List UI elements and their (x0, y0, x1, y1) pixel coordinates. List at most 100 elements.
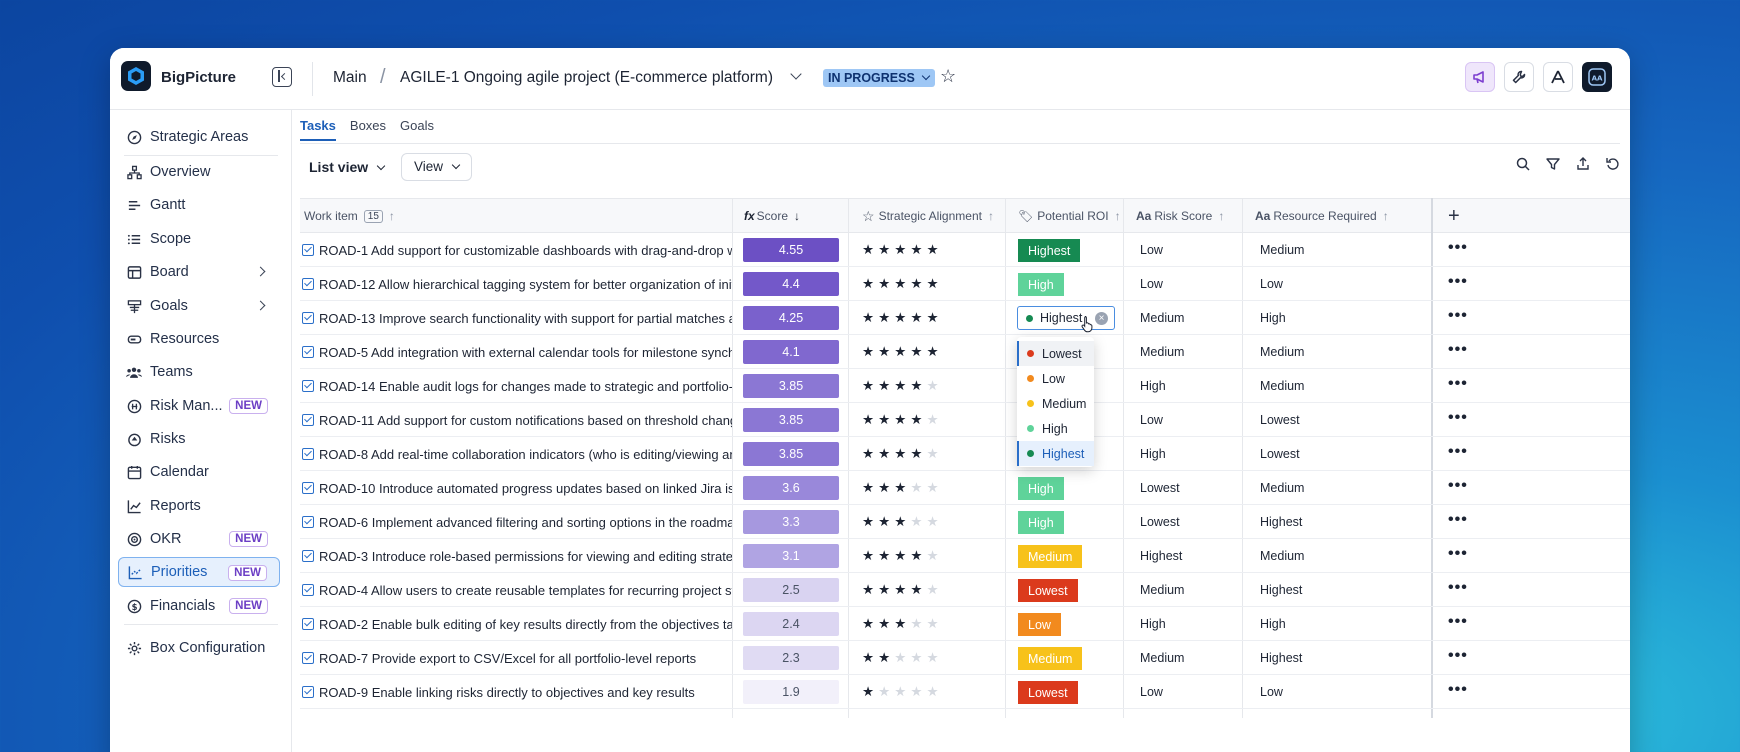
work-item-cell[interactable]: ROAD-11 Add support for custom notificat… (302, 403, 732, 437)
megaphone-icon[interactable] (1465, 62, 1495, 92)
risk-score-cell[interactable]: Lowest (1140, 505, 1180, 539)
star-rating[interactable]: ★ ★ ★ ★ ★ (862, 505, 939, 539)
star-empty-icon[interactable]: ★ (910, 481, 922, 495)
sidebar-item-reports[interactable]: Reports (118, 491, 280, 521)
more-options-icon[interactable]: ••• (1448, 274, 1468, 290)
work-item-cell[interactable]: ROAD-13 Improve search functionality wit… (302, 301, 732, 335)
star-filled-icon[interactable]: ★ (910, 447, 922, 461)
dropdown-option-low[interactable]: Low (1017, 366, 1094, 391)
star-empty-icon[interactable]: ★ (926, 447, 938, 461)
sidebar-item-calendar[interactable]: Calendar (118, 457, 280, 487)
star-empty-icon[interactable]: ★ (926, 515, 938, 529)
star-empty-icon[interactable]: ★ (926, 651, 938, 665)
star-filled-icon[interactable]: ★ (862, 277, 874, 291)
star-filled-icon[interactable]: ★ (894, 617, 906, 631)
star-filled-icon[interactable]: ★ (894, 277, 906, 291)
star-filled-icon[interactable]: ★ (910, 583, 922, 597)
sidebar-item-strategic-areas[interactable]: Strategic Areas (118, 122, 280, 152)
star-filled-icon[interactable]: ★ (878, 311, 890, 325)
dropdown-option-medium[interactable]: Medium (1017, 391, 1094, 416)
risk-score-cell[interactable]: Lowest (1140, 471, 1180, 505)
table-row[interactable]: ROAD-3 Introduce role-based permissions … (300, 539, 1630, 573)
star-filled-icon[interactable]: ★ (878, 583, 890, 597)
status-badge[interactable]: IN PROGRESS (823, 69, 935, 87)
favorite-star-icon[interactable]: ☆ (940, 66, 956, 87)
view-dropdown[interactable]: View (401, 153, 473, 181)
star-filled-icon[interactable]: ★ (894, 311, 906, 325)
col-score[interactable]: fx Score ↓ (744, 199, 800, 233)
resource-cell[interactable]: High (1260, 607, 1286, 641)
resource-cell[interactable]: Medium (1260, 369, 1304, 403)
chevron-down-icon[interactable] (790, 68, 802, 80)
star-filled-icon[interactable]: ★ (894, 379, 906, 393)
star-filled-icon[interactable]: ★ (862, 515, 874, 529)
roi-tag[interactable]: High (1018, 273, 1064, 296)
roi-select[interactable]: Highest × (1017, 306, 1115, 330)
dropdown-option-highest[interactable]: Highest (1017, 441, 1094, 466)
star-filled-icon[interactable]: ★ (910, 243, 922, 257)
star-filled-icon[interactable]: ★ (894, 413, 906, 427)
risk-score-cell[interactable]: High (1140, 437, 1166, 471)
work-item-cell[interactable]: ROAD-3 Introduce role-based permissions … (302, 539, 732, 573)
star-filled-icon[interactable]: ★ (878, 651, 890, 665)
table-row[interactable]: ROAD-14 Enable audit logs for changes ma… (300, 369, 1630, 403)
star-filled-icon[interactable]: ★ (862, 685, 874, 699)
star-empty-icon[interactable]: ★ (926, 583, 938, 597)
roi-tag[interactable]: Medium (1018, 545, 1083, 568)
work-item-cell[interactable]: ROAD-10 Introduce automated progress upd… (302, 471, 732, 505)
resource-cell[interactable]: Low (1260, 675, 1283, 709)
sort-arrow-icon[interactable]: ↑ (1115, 209, 1121, 223)
search-icon[interactable] (1516, 157, 1530, 171)
risk-score-cell[interactable]: Low (1140, 267, 1163, 301)
star-filled-icon[interactable]: ★ (878, 515, 890, 529)
sort-arrow-icon[interactable]: ↑ (1218, 209, 1224, 223)
sidebar-item-scope[interactable]: Scope (118, 224, 280, 254)
star-filled-icon[interactable]: ★ (878, 481, 890, 495)
risk-score-cell[interactable]: Low (1140, 403, 1163, 437)
star-empty-icon[interactable]: ★ (926, 549, 938, 563)
star-rating[interactable]: ★ ★ ★ ★ ★ (862, 437, 939, 471)
star-rating[interactable]: ★ ★ ★ ★ ★ (862, 675, 939, 709)
more-options-icon[interactable]: ••• (1448, 512, 1468, 528)
star-empty-icon[interactable]: ★ (926, 685, 938, 699)
resource-cell[interactable]: High (1260, 301, 1286, 335)
star-empty-icon[interactable]: ★ (910, 515, 922, 529)
more-options-icon[interactable]: ••• (1448, 580, 1468, 596)
star-filled-icon[interactable]: ★ (910, 549, 922, 563)
roi-tag[interactable]: Medium (1018, 647, 1083, 670)
add-column-icon[interactable]: + (1448, 199, 1460, 233)
star-empty-icon[interactable]: ★ (878, 685, 890, 699)
roi-tag[interactable]: Lowest (1018, 681, 1078, 704)
star-rating[interactable]: ★ ★ ★ ★ ★ (862, 233, 939, 267)
star-rating[interactable]: ★ ★ ★ ★ ★ (862, 471, 939, 505)
table-row[interactable]: ROAD-12 Allow hierarchical tagging syste… (300, 267, 1630, 301)
star-filled-icon[interactable]: ★ (878, 277, 890, 291)
work-item-cell[interactable]: ROAD-6 Implement advanced filtering and … (302, 505, 732, 539)
collapse-sidebar-icon[interactable] (272, 67, 292, 87)
export-icon[interactable] (1576, 157, 1590, 171)
resource-cell[interactable]: Highest (1260, 573, 1302, 607)
star-empty-icon[interactable]: ★ (926, 413, 938, 427)
col-potential-roi[interactable]: 🏷 Potential ROI ↑ (1018, 199, 1121, 233)
tab-boxes[interactable]: Boxes (350, 118, 386, 141)
sort-arrow-icon[interactable]: ↓ (794, 209, 800, 223)
star-filled-icon[interactable]: ★ (878, 345, 890, 359)
table-row[interactable]: ROAD-13 Improve search functionality wit… (300, 301, 1630, 335)
breadcrumb-project[interactable]: AGILE-1 Ongoing agile project (E-commerc… (400, 69, 773, 87)
risk-score-cell[interactable]: Low (1140, 675, 1163, 709)
star-filled-icon[interactable]: ★ (894, 345, 906, 359)
sidebar-item-risks[interactable]: Risks (118, 424, 280, 454)
work-item-cell[interactable]: ROAD-7 Provide export to CSV/Excel for a… (302, 641, 732, 675)
star-filled-icon[interactable]: ★ (926, 243, 938, 257)
star-rating[interactable]: ★ ★ ★ ★ ★ (862, 369, 939, 403)
sidebar-item-box-configuration[interactable]: Box Configuration (118, 633, 280, 663)
star-filled-icon[interactable]: ★ (926, 277, 938, 291)
table-row[interactable]: ROAD-6 Implement advanced filtering and … (300, 505, 1630, 539)
star-rating[interactable]: ★ ★ ★ ★ ★ (862, 607, 939, 641)
star-filled-icon[interactable]: ★ (910, 413, 922, 427)
star-empty-icon[interactable]: ★ (926, 481, 938, 495)
roi-tag[interactable]: High (1018, 511, 1064, 534)
star-filled-icon[interactable]: ★ (878, 379, 890, 393)
more-options-icon[interactable]: ••• (1448, 308, 1468, 324)
star-rating[interactable]: ★ ★ ★ ★ ★ (862, 267, 939, 301)
